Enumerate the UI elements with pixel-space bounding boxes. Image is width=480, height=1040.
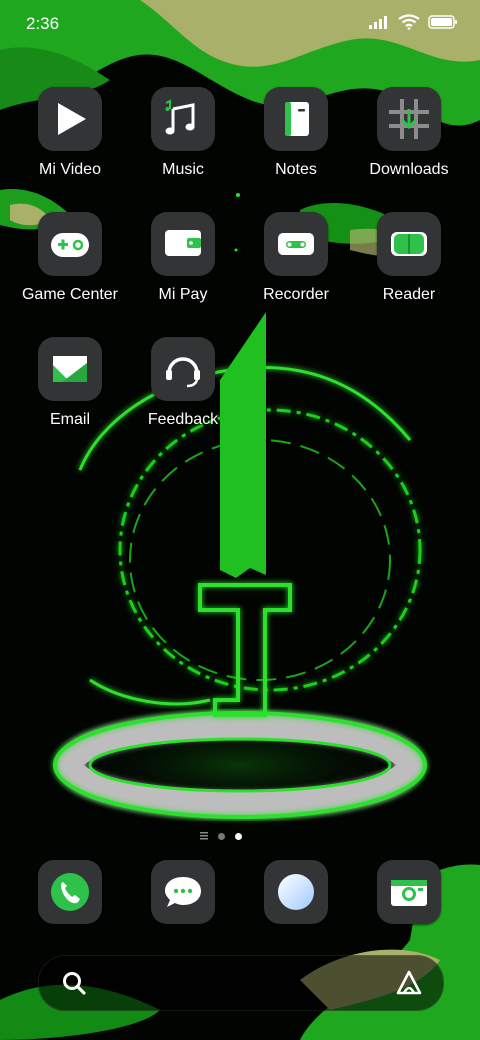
messages-icon-tile[interactable] <box>151 860 215 924</box>
downloads-icon-tile[interactable] <box>377 87 441 151</box>
home-list-icon <box>200 832 208 840</box>
status-bar: 2:36 <box>0 0 480 52</box>
app-label: Email <box>49 411 90 428</box>
music-note-icon <box>165 99 195 135</box>
search-bar[interactable] <box>38 955 444 1011</box>
search-icon[interactable] <box>61 970 87 996</box>
mi-video-icon-tile[interactable] <box>38 87 102 151</box>
dock-phone[interactable] <box>38 860 102 924</box>
app-mi-pay[interactable]: Mi Pay <box>128 212 238 304</box>
music-icon-tile[interactable] <box>151 87 215 151</box>
wallet-icon <box>165 230 201 256</box>
feedback-icon-tile[interactable] <box>151 337 215 401</box>
mi-pay-icon-tile[interactable] <box>151 212 215 276</box>
download-icon <box>389 99 429 139</box>
app-label: Game Center <box>21 286 119 303</box>
app-notes[interactable]: Notes <box>241 87 351 179</box>
headset-icon <box>166 357 200 388</box>
page-dot <box>218 832 225 840</box>
reader-icon-tile[interactable] <box>377 212 441 276</box>
assistant-icon[interactable] <box>395 969 423 997</box>
camera-icon-tile[interactable] <box>377 860 441 924</box>
signal-icon <box>369 16 387 29</box>
app-recorder[interactable]: Recorder <box>241 212 351 304</box>
phone-icon-tile[interactable] <box>38 860 102 924</box>
app-label: Mi Video <box>39 161 101 178</box>
gamepad-icon <box>51 233 89 257</box>
app-label: Feedback <box>147 411 219 428</box>
app-label: Recorder <box>263 286 329 303</box>
page-dot-active <box>235 832 242 840</box>
app-label: Downloads <box>369 161 449 178</box>
game-center-icon-tile[interactable] <box>38 212 102 276</box>
app-label: Music <box>162 161 204 178</box>
battery-icon <box>428 15 457 29</box>
page-indicator[interactable] <box>200 829 280 843</box>
envelope-icon <box>53 356 87 382</box>
status-icons <box>368 14 458 30</box>
dock-camera[interactable] <box>377 860 441 924</box>
notes-icon-tile[interactable] <box>264 87 328 151</box>
app-email[interactable]: Email <box>15 337 125 429</box>
app-label: Notes <box>275 161 317 178</box>
recorder-icon <box>278 233 314 255</box>
app-game-center[interactable]: Game Center <box>15 212 125 304</box>
app-label: Mi Pay <box>158 286 208 303</box>
app-reader[interactable]: Reader <box>354 212 464 304</box>
book-icon <box>391 232 427 256</box>
wifi-icon <box>398 14 420 30</box>
app-downloads[interactable]: Downloads <box>354 87 464 179</box>
play-icon <box>58 103 86 135</box>
dock-messages[interactable] <box>151 860 215 924</box>
app-music[interactable]: Music <box>128 87 238 179</box>
app-mi-video[interactable]: Mi Video <box>15 87 125 179</box>
dock-browser[interactable] <box>264 860 328 924</box>
recorder-icon-tile[interactable] <box>264 212 328 276</box>
notes-icon <box>285 102 309 136</box>
status-time: 2:36 <box>26 14 60 33</box>
camera-icon <box>391 880 427 906</box>
browser-icon <box>278 874 314 910</box>
home-screen: 2:36 Mi Video Music Notes Downloads Game… <box>0 0 480 1040</box>
phone-icon <box>51 873 89 911</box>
app-feedback[interactable]: Feedback <box>128 337 238 429</box>
app-label: Reader <box>382 286 436 303</box>
email-icon-tile[interactable] <box>38 337 102 401</box>
chat-icon <box>165 877 201 907</box>
browser-icon-tile[interactable] <box>264 860 328 924</box>
